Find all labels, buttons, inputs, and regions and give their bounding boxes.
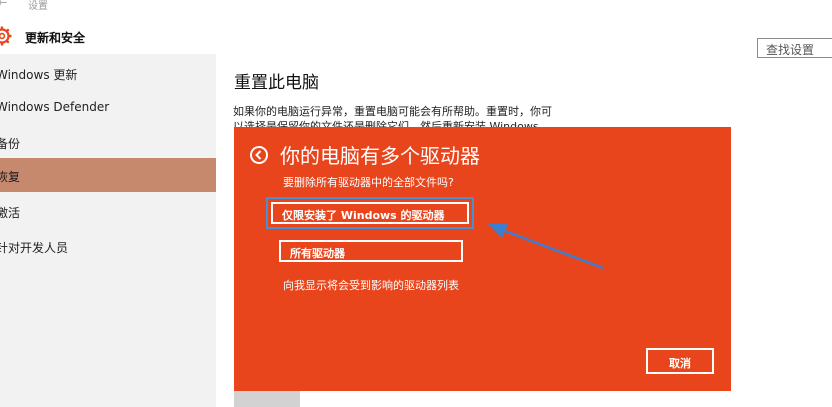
sidebar-item-recovery[interactable]: 恢复: [0, 158, 216, 192]
cancel-button[interactable]: 取消: [646, 348, 714, 374]
show-affected-drives-link[interactable]: 向我显示将会受到影响的驱动器列表: [283, 277, 459, 293]
sidebar-item-backup[interactable]: 备份: [0, 125, 216, 159]
dialog-question: 要删除所有驱动器中的全部文件吗?: [283, 176, 454, 189]
section-heading: 重置此电脑: [234, 73, 319, 93]
reset-dialog: 你的电脑有多个驱动器 要删除所有驱动器中的全部文件吗? 仅限安装了 Window…: [234, 127, 731, 391]
sidebar-item-label: 备份: [0, 137, 21, 151]
description-line: 如果你的电脑运行异常，重置电脑可能会有所帮助。重置时，你可: [233, 105, 552, 118]
sidebar-item-label: 恢复: [0, 170, 21, 184]
gear-icon: [0, 26, 12, 46]
all-drives-button[interactable]: 所有驱动器: [279, 240, 463, 262]
only-windows-drive-button[interactable]: 仅限安装了 Windows 的驱动器: [271, 202, 469, 224]
sidebar-item-for-developers[interactable]: 针对开发人员: [0, 229, 216, 263]
sidebar-item-label: Windows 更新: [0, 68, 78, 82]
back-arrow-icon[interactable]: ←: [0, 0, 7, 9]
window-title: 设置: [28, 1, 48, 12]
sidebar-item-activation[interactable]: 激活: [0, 194, 216, 228]
settings-header: 更新和安全 查找设置: [0, 14, 832, 58]
sidebar-item-label: 针对开发人员: [0, 241, 69, 255]
sidebar-item-label: Windows Defender: [0, 100, 110, 114]
search-input[interactable]: 查找设置: [757, 38, 832, 58]
get-started-button[interactable]: [234, 390, 300, 407]
sidebar-item-windows-defender[interactable]: Windows Defender: [0, 90, 216, 124]
back-circle-icon[interactable]: [250, 146, 268, 164]
sidebar-item-windows-update[interactable]: Windows 更新: [0, 56, 216, 90]
dialog-title: 你的电脑有多个驱动器: [280, 144, 480, 168]
sidebar-item-label: 激活: [0, 206, 21, 220]
page-category-title: 更新和安全: [25, 31, 86, 45]
title-bar: ← 设置: [0, 0, 832, 14]
sidebar: Windows 更新 Windows Defender 备份 恢复 激活 针对开…: [0, 54, 216, 407]
